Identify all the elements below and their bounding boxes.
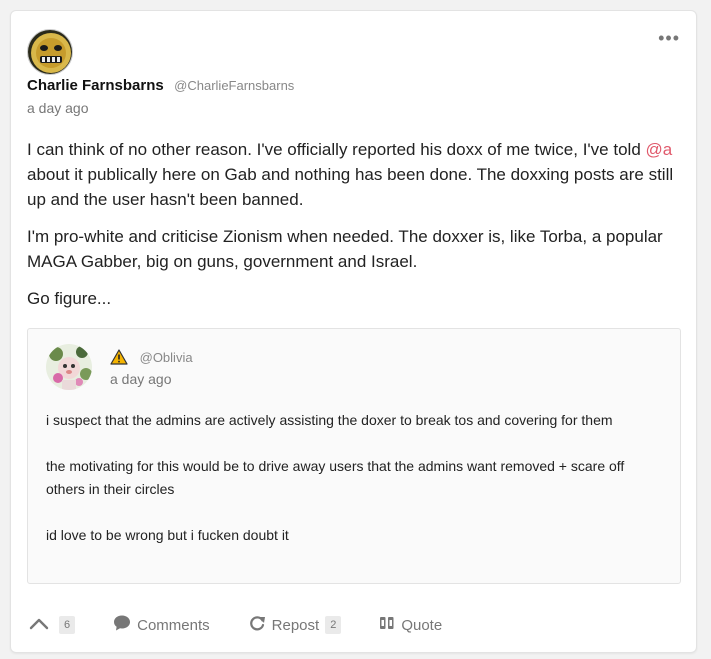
post-paragraph: Go figure... xyxy=(27,289,112,308)
avatar-image xyxy=(28,30,72,74)
post-text: I can think of no other reason. I've off… xyxy=(27,140,646,159)
comments-button[interactable]: Comments xyxy=(113,614,210,636)
quoted-paragraph: id love to be wrong but i fucken doubt i… xyxy=(46,527,289,543)
post-actions: 6 Comments Repost 2 Quote xyxy=(29,611,480,639)
author-avatar[interactable] xyxy=(27,29,73,75)
quoted-paragraph: i suspect that the admins are actively a… xyxy=(46,412,613,428)
quote-label: Quote xyxy=(401,616,443,634)
comments-label: Comments xyxy=(137,616,210,634)
repost-button[interactable]: Repost 2 xyxy=(248,614,342,636)
mention-link[interactable]: @a xyxy=(646,140,673,159)
quoted-avatar-image xyxy=(46,344,92,390)
quote-button[interactable]: Quote xyxy=(379,615,442,635)
quoted-handle-row: @Oblivia xyxy=(110,349,193,368)
post-paragraph: I can think of no other reason. I've off… xyxy=(27,137,687,212)
quoted-post[interactable]: @Oblivia a day ago i suspect that the ad… xyxy=(27,328,681,584)
upvote-count: 6 xyxy=(59,616,76,634)
quoted-paragraph: the motivating for this would be to driv… xyxy=(46,458,625,497)
author-handle[interactable]: @CharlieFarnsbarns xyxy=(174,78,294,93)
post-paragraph: I'm pro-white and criticise Zionism when… xyxy=(27,227,663,271)
post-text: about it publically here on Gab and noth… xyxy=(27,165,674,209)
more-horizontal-icon[interactable]: ••• xyxy=(658,29,680,47)
post-body: I can think of no other reason. I've off… xyxy=(27,137,687,323)
repost-label: Repost xyxy=(271,616,320,634)
quoted-timestamp[interactable]: a day ago xyxy=(110,371,172,387)
chevron-up-icon xyxy=(29,616,49,634)
repost-icon xyxy=(248,614,266,636)
author-name-row: Charlie Farnsbarns @CharlieFarnsbarns xyxy=(27,77,294,95)
post-card: ••• Charlie Farnsbarns @CharlieFarnsbarn… xyxy=(10,10,697,653)
quote-icon xyxy=(379,615,395,635)
warning-icon xyxy=(110,349,128,368)
upvote-button[interactable]: 6 xyxy=(29,616,76,634)
quoted-body: i suspect that the admins are actively a… xyxy=(46,409,666,570)
comment-icon xyxy=(113,614,131,636)
quoted-author-avatar[interactable] xyxy=(46,344,92,390)
repost-count: 2 xyxy=(325,616,342,634)
post-timestamp[interactable]: a day ago xyxy=(27,100,89,116)
quoted-author-handle[interactable]: @Oblivia xyxy=(140,350,193,365)
author-display-name[interactable]: Charlie Farnsbarns xyxy=(27,77,164,94)
